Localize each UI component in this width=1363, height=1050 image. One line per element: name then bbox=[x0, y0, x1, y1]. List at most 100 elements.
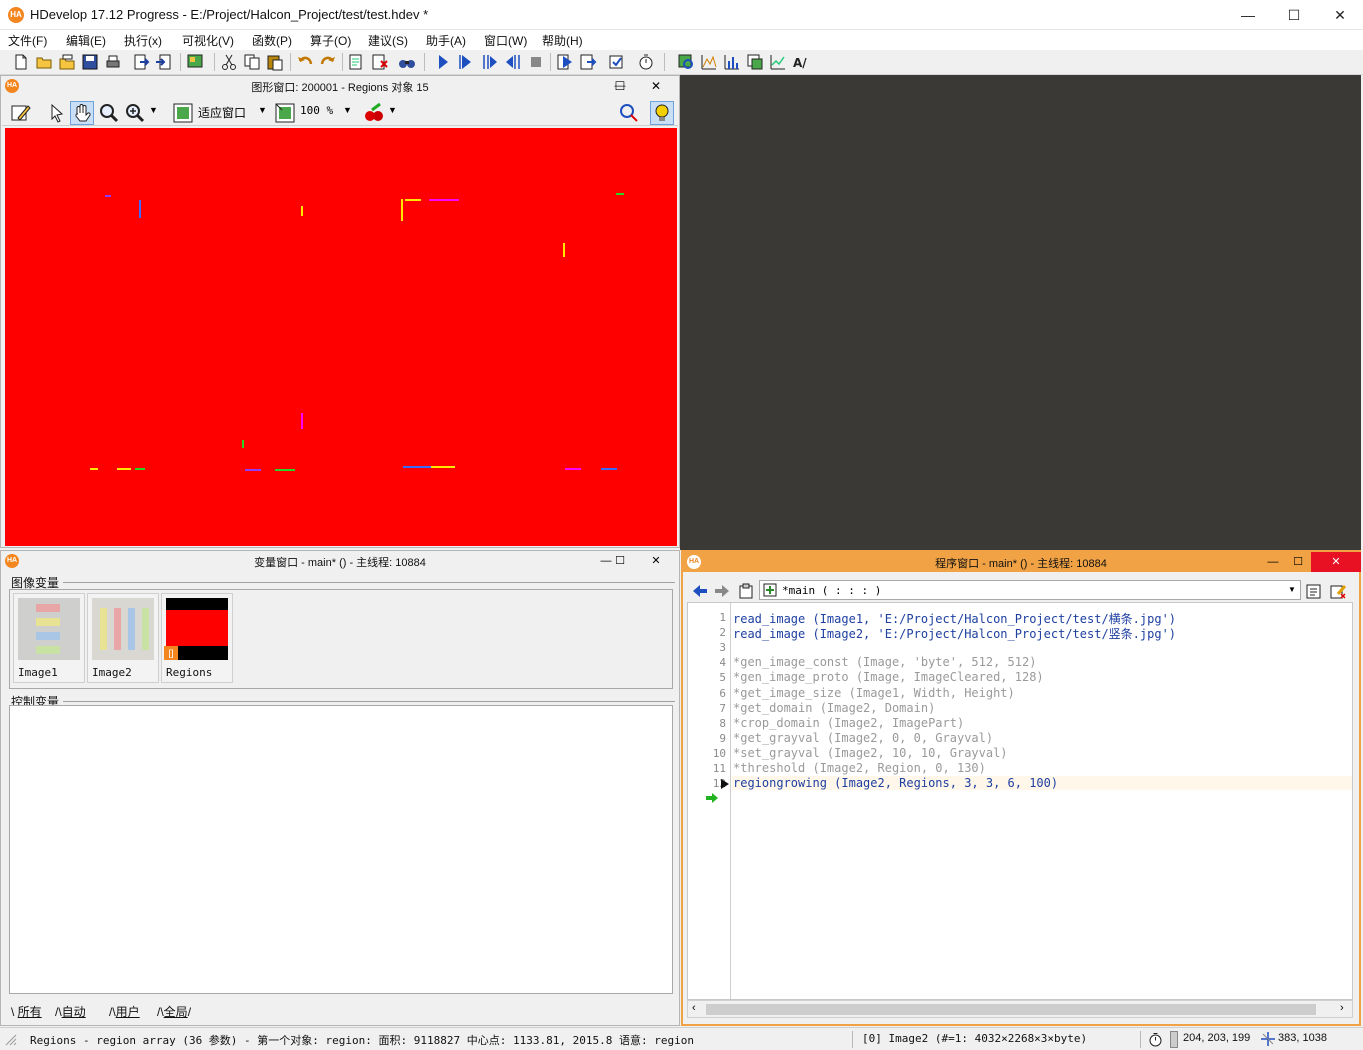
zoom-value[interactable]: 100 % bbox=[300, 104, 333, 117]
menu-suggestions[interactable]: 建议(S) bbox=[368, 32, 408, 49]
pan-hand-icon[interactable] bbox=[70, 101, 94, 125]
main-toolbar: A/ bbox=[0, 50, 1363, 75]
scroll-left-icon[interactable]: ‹ bbox=[692, 1002, 696, 1014]
panel-close-button[interactable]: ✕ bbox=[1311, 552, 1361, 572]
tab-global[interactable]: /\全局/ bbox=[157, 1003, 191, 1020]
reset-program-icon[interactable] bbox=[607, 53, 625, 71]
new-file-icon[interactable] bbox=[12, 53, 30, 71]
iconic-var-regions[interactable]: [] Regions bbox=[161, 593, 233, 683]
paste-icon[interactable] bbox=[266, 53, 284, 71]
panel-maximize-button[interactable]: ☐ bbox=[1283, 552, 1313, 572]
panel-maximize-button[interactable]: ☐ bbox=[605, 76, 635, 96]
code-line[interactable]: *set_grayval (Image2, 10, 10, Grayval) bbox=[733, 746, 1008, 760]
iconic-var-image1[interactable]: Image1 bbox=[13, 593, 85, 683]
run-to-insert-icon[interactable] bbox=[457, 53, 475, 71]
undo-icon[interactable] bbox=[296, 53, 314, 71]
menu-operators[interactable]: 算子(O) bbox=[310, 32, 351, 49]
menu-file[interactable]: 文件(F) bbox=[8, 32, 47, 49]
graphics-canvas[interactable] bbox=[5, 128, 677, 546]
stop-icon[interactable] bbox=[527, 53, 545, 71]
menu-procedures[interactable]: 函数(P) bbox=[252, 32, 292, 49]
delete-line-icon[interactable] bbox=[371, 53, 389, 71]
maximize-button[interactable]: ☐ bbox=[1271, 0, 1317, 30]
fit-window-label[interactable]: 适应窗口 bbox=[198, 104, 246, 121]
forward-arrow-icon[interactable] bbox=[713, 582, 731, 600]
edit-settings-icon[interactable] bbox=[10, 102, 32, 124]
scroll-right-icon[interactable]: › bbox=[1340, 1002, 1344, 1014]
timer-icon[interactable] bbox=[637, 53, 655, 71]
image-inspect-icon[interactable] bbox=[677, 53, 695, 71]
code-line[interactable]: read_image (Image2, 'E:/Project/Halcon_P… bbox=[733, 625, 1176, 642]
chevron-down-icon[interactable]: ▼ bbox=[388, 105, 397, 115]
code-line[interactable]: *crop_domain (Image2, ImagePart) bbox=[733, 716, 964, 730]
step-into-icon[interactable] bbox=[556, 53, 574, 71]
menu-assistants[interactable]: 助手(A) bbox=[426, 32, 466, 49]
insert-cursor-icon bbox=[721, 779, 729, 789]
cut-icon[interactable] bbox=[220, 53, 238, 71]
open-recent-icon[interactable] bbox=[58, 53, 76, 71]
back-arrow-icon[interactable] bbox=[691, 582, 709, 600]
lightbulb-icon[interactable] bbox=[650, 101, 674, 125]
code-line[interactable]: *threshold (Image2, Region, 0, 130) bbox=[733, 761, 986, 775]
edit-procedure-icon[interactable] bbox=[1305, 582, 1323, 600]
panel-close-button[interactable]: ✕ bbox=[641, 551, 671, 571]
menu-execute[interactable]: 执行(x) bbox=[124, 32, 162, 49]
inspect-coordinates-icon[interactable] bbox=[618, 102, 640, 124]
export-icon[interactable] bbox=[132, 53, 150, 71]
panel-maximize-button[interactable]: ☐ bbox=[605, 551, 635, 571]
code-line[interactable]: *gen_image_proto (Image, ImageCleared, 1… bbox=[733, 670, 1044, 684]
import-icon[interactable] bbox=[155, 53, 173, 71]
histogram-icon[interactable] bbox=[700, 53, 718, 71]
step-over-icon[interactable] bbox=[481, 53, 499, 71]
pointer-icon[interactable] bbox=[46, 102, 68, 124]
insert-code-icon[interactable] bbox=[348, 53, 366, 71]
tab-all[interactable]: \ 所有 bbox=[11, 1003, 42, 1020]
region-speck bbox=[403, 466, 431, 468]
fit-window-icon[interactable] bbox=[172, 102, 194, 124]
minimize-button[interactable]: — bbox=[1225, 0, 1271, 30]
chevron-down-icon[interactable]: ▼ bbox=[258, 105, 267, 115]
variable-window-header: HA 变量窗口 - main* () - 主线程: 10884 bbox=[1, 551, 679, 571]
color-palette-icon[interactable] bbox=[362, 102, 386, 124]
print-icon[interactable] bbox=[104, 53, 122, 71]
code-line[interactable]: *get_image_size (Image1, Width, Height) bbox=[733, 686, 1015, 700]
save-icon[interactable] bbox=[81, 53, 99, 71]
chevron-down-icon[interactable]: ▼ bbox=[343, 105, 352, 115]
menu-help[interactable]: 帮助(H) bbox=[542, 32, 583, 49]
menu-window[interactable]: 窗口(W) bbox=[484, 32, 527, 49]
menu-edit[interactable]: 编辑(E) bbox=[66, 32, 106, 49]
tab-auto[interactable]: /\自动 bbox=[55, 1003, 86, 1020]
procedure-select[interactable]: *main ( : : : ) ▼ bbox=[759, 580, 1301, 600]
zoom-window-icon[interactable] bbox=[746, 53, 764, 71]
iconic-var-image2[interactable]: Image2 bbox=[87, 593, 159, 683]
open-file-icon[interactable] bbox=[35, 53, 53, 71]
code-line[interactable]: *get_grayval (Image2, 0, 0, Grayval) bbox=[733, 731, 993, 745]
tab-user[interactable]: /\用户 bbox=[109, 1003, 140, 1020]
step-back-icon[interactable] bbox=[504, 53, 522, 71]
code-editor[interactable]: 1 2 3 4 5 6 7 8 9 10 11 12 read_image (Image1, 'E:/… bbox=[687, 602, 1353, 1000]
menu-visualize[interactable]: 可视化(V) bbox=[182, 32, 234, 49]
panel-close-button[interactable]: ✕ bbox=[641, 76, 671, 96]
copy-icon[interactable] bbox=[243, 53, 261, 71]
close-button[interactable]: ✕ bbox=[1317, 0, 1363, 30]
magnifier-icon[interactable] bbox=[98, 102, 120, 124]
run-icon[interactable] bbox=[434, 53, 452, 71]
control-variables-area[interactable] bbox=[9, 705, 673, 994]
feature-inspect-icon[interactable] bbox=[769, 53, 787, 71]
code-line[interactable]: regiongrowing (Image2, Regions, 3, 3, 6,… bbox=[733, 776, 1058, 790]
line-profile-icon[interactable] bbox=[723, 53, 741, 71]
redo-icon[interactable] bbox=[319, 53, 337, 71]
scrollbar-thumb[interactable] bbox=[706, 1004, 1316, 1015]
procedure-settings-icon[interactable] bbox=[1329, 582, 1347, 600]
step-out-icon[interactable] bbox=[579, 53, 597, 71]
window-setup-icon[interactable] bbox=[186, 53, 204, 71]
chevron-down-icon[interactable]: ▼ bbox=[149, 105, 158, 115]
code-line[interactable]: *gen_image_const (Image, 'byte', 512, 51… bbox=[733, 655, 1036, 669]
clipboard-icon[interactable] bbox=[737, 582, 755, 600]
ocr-assistant-icon[interactable]: A/ bbox=[792, 53, 810, 71]
zoom-in-icon[interactable] bbox=[124, 102, 146, 124]
code-line[interactable]: *get_domain (Image2, Domain) bbox=[733, 701, 935, 715]
horizontal-scrollbar[interactable]: ‹ › bbox=[687, 1000, 1353, 1018]
zoom-percent-icon[interactable] bbox=[274, 102, 296, 124]
binoculars-icon[interactable] bbox=[398, 53, 416, 71]
